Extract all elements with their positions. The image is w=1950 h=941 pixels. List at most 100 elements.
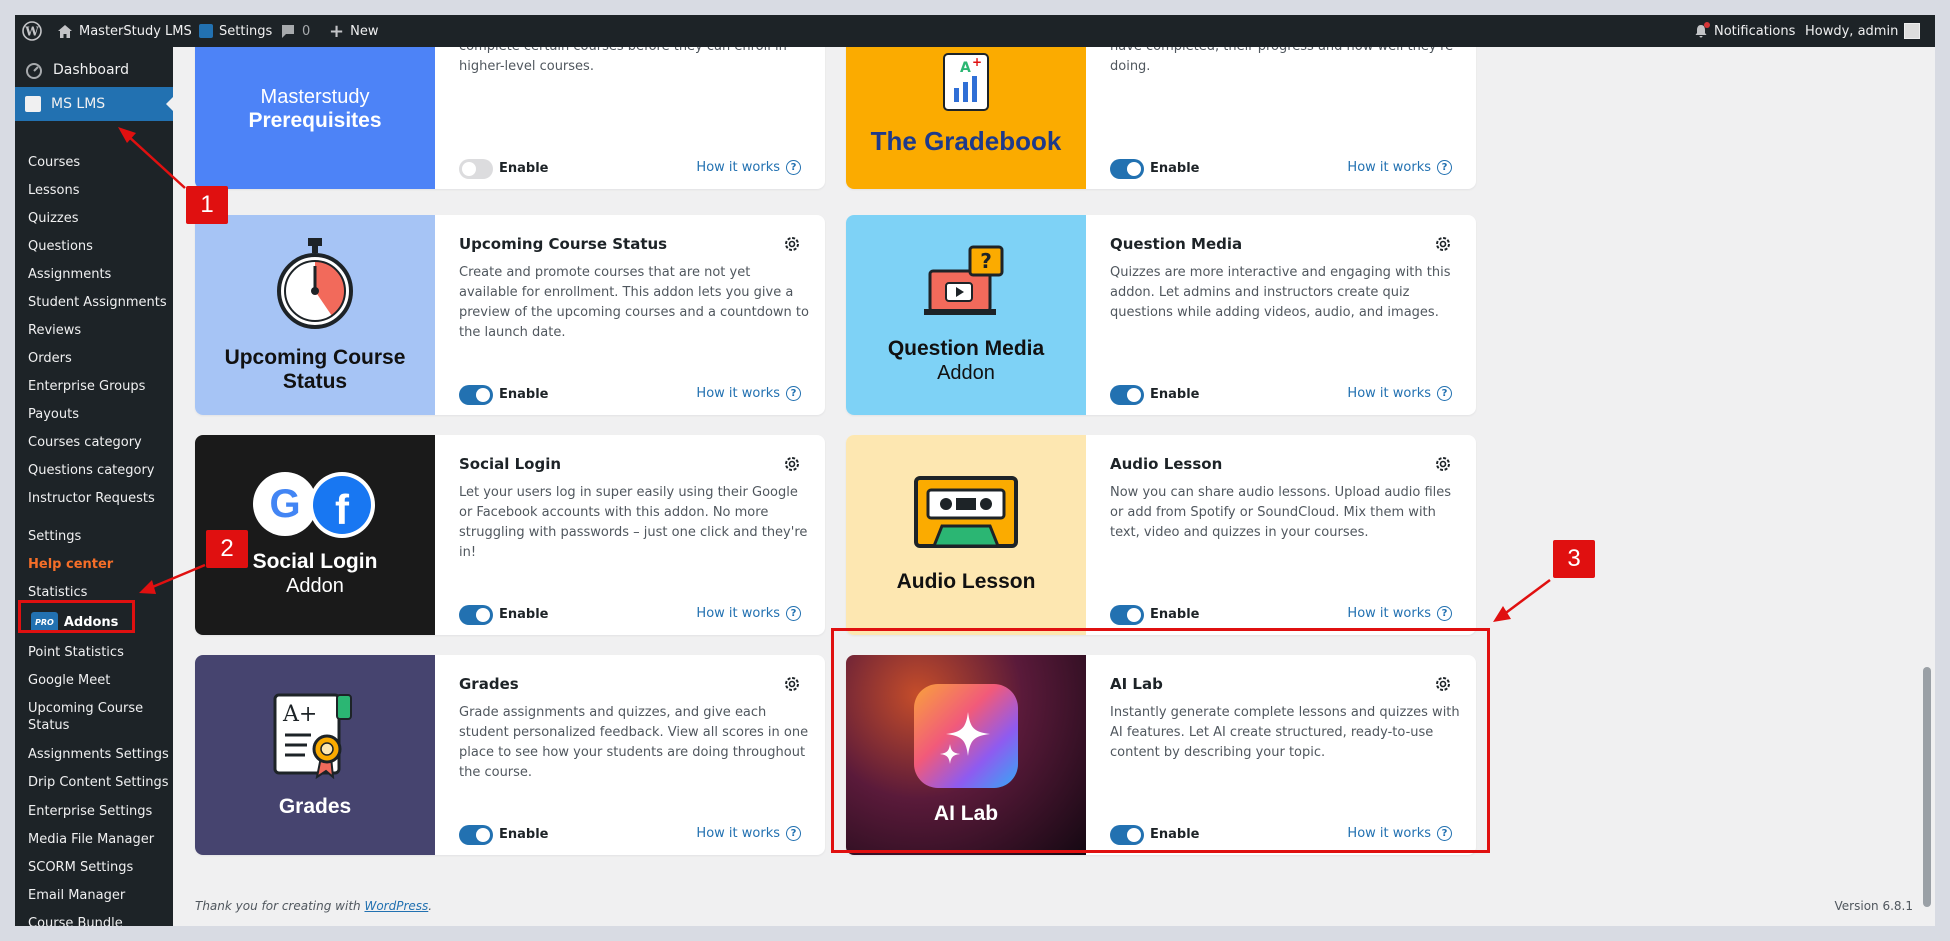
addon-title: Social Login [459,455,562,473]
sidebar-item-ms-lms[interactable]: MS LMS [15,87,173,121]
how-it-works-label: How it works [1347,386,1431,401]
sidebar-item-courses[interactable]: Courses [15,154,173,171]
new-label: New [350,23,379,39]
admin-sidebar: Dashboard MS LMS Courses Lessons Quizzes… [15,47,173,926]
gear-icon[interactable] [783,455,801,473]
comment-count: 0 [302,23,311,39]
site-name-link[interactable]: MasterStudy LMS [57,15,192,47]
enable-toggle[interactable] [1110,385,1144,405]
wordpress-link[interactable]: WordPress [364,899,428,913]
sidebar-item-payouts[interactable]: Payouts [15,406,173,423]
scrollbar-track[interactable] [1919,47,1935,926]
thumbnail-title: Audio Lesson [896,570,1036,593]
bell-icon [1694,22,1710,38]
addon-card-grades: A+ Grades Grades Grade assignments and q… [195,655,825,855]
enable-toggle[interactable] [459,385,493,405]
gear-icon[interactable] [783,675,801,693]
addon-card-question-media: ? Question Media Addon Question Media Qu… [846,215,1476,415]
sidebar-item-student-assignments[interactable]: Student Assignments [15,294,173,311]
svg-text:W: W [24,25,39,39]
enable-label: Enable [499,161,549,176]
addon-title: Upcoming Course Status [459,235,668,253]
sidebar-item-lessons[interactable]: Lessons [15,182,173,199]
sidebar-item-assignments-settings[interactable]: Assignments Settings [15,746,173,763]
sidebar-item-settings[interactable]: Settings [15,528,173,545]
sidebar-item-reviews[interactable]: Reviews [15,322,173,339]
svg-text:A+: A+ [282,702,317,727]
comments-link[interactable]: 0 [280,15,310,47]
settings-link[interactable]: Settings [199,15,272,47]
enable-toggle[interactable] [459,605,493,625]
how-it-works-link[interactable]: How it works? [1347,606,1452,621]
sidebar-item-enterprise-groups[interactable]: Enterprise Groups [15,378,173,395]
sidebar-item-google-meet[interactable]: Google Meet [15,672,173,689]
wordpress-logo-icon[interactable]: W [22,15,42,47]
gear-icon[interactable] [783,235,801,253]
enable-toggle[interactable] [459,825,493,845]
sidebar-item-dashboard[interactable]: Dashboard [15,53,173,87]
thumbnail-subtitle: Addon [286,575,344,597]
annotation-badge-2: 2 [206,530,248,568]
enable-label: Enable [499,827,549,842]
account-link[interactable]: Howdy, admin [1805,15,1921,47]
sidebar-item-assignments[interactable]: Assignments [15,266,173,283]
scrollbar-thumb[interactable] [1923,667,1931,907]
sidebar-item-label: MS LMS [51,96,106,112]
help-icon: ? [1437,606,1452,621]
sidebar-item-upcoming-course-status[interactable]: Upcoming Course Status [15,700,145,734]
ms-lms-icon [25,96,41,112]
comment-icon [282,24,294,38]
how-it-works-link[interactable]: How it works? [1347,386,1452,401]
sidebar-item-drip-content-settings[interactable]: Drip Content Settings [15,774,173,791]
how-it-works-link[interactable]: How it works? [1347,160,1452,175]
ms-lms-icon [199,24,213,38]
notifications-link[interactable]: Notifications [1694,15,1795,47]
settings-label: Settings [219,23,273,39]
addon-description: Now you can share audio lessons. Upload … [1110,485,1452,540]
sidebar-item-quizzes[interactable]: Quizzes [15,210,173,227]
addon-title: Question Media [1110,235,1243,253]
question-media-icon: ? [924,245,1004,315]
sidebar-item-scorm-settings[interactable]: SCORM Settings [15,859,173,876]
sidebar-item-questions[interactable]: Questions [15,238,173,255]
sidebar-item-questions-category[interactable]: Questions category [15,462,173,479]
sidebar-item-instructor-requests[interactable]: Instructor Requests [15,490,173,507]
how-it-works-label: How it works [696,386,780,401]
addon-card-audio-lesson: Audio Lesson Audio Lesson Now you can sh… [846,435,1476,635]
gear-icon[interactable] [1434,455,1452,473]
enable-toggle[interactable] [1110,159,1144,179]
sidebar-item-orders[interactable]: Orders [15,350,173,367]
admin-bar: W MasterStudy LMS Settings 0 + New Notif… [15,15,1935,47]
active-arrow [166,97,173,111]
gradebook-icon: A + [943,53,989,111]
addon-card-gradebook: A+ The Gradebook have completed, their p… [846,47,1476,189]
enable-label: Enable [1150,161,1200,176]
thumbnail-title: Question Media [887,337,1045,360]
how-it-works-link[interactable]: How it works? [696,386,801,401]
how-it-works-link[interactable]: How it works? [696,606,801,621]
avatar [1904,23,1921,39]
sidebar-item-media-file-manager[interactable]: Media File Manager [15,831,173,848]
addon-description: complete certain courses before they can… [459,47,787,74]
sidebar-item-email-manager[interactable]: Email Manager [15,887,173,904]
sidebar-item-enterprise-settings[interactable]: Enterprise Settings [15,803,173,820]
sidebar-item-courses-category[interactable]: Courses category [15,434,173,451]
gear-icon[interactable] [1434,235,1452,253]
new-link[interactable]: + New [329,15,378,47]
enable-toggle[interactable] [459,159,493,179]
svg-text:A: A [960,60,971,76]
enable-toggle[interactable] [1110,605,1144,625]
sidebar-item-statistics[interactable]: Statistics [15,584,173,601]
how-it-works-link[interactable]: How it works? [696,826,801,841]
sidebar-item-point-statistics[interactable]: Point Statistics [15,644,173,661]
addon-description: Let your users log in super easily using… [459,485,808,560]
annotation-badge-1: 1 [186,186,228,224]
sidebar-item-course-bundle[interactable]: Course Bundle [15,915,173,926]
upcoming-thumbnail: Upcoming Course Status [195,215,435,415]
how-it-works-link[interactable]: How it works? [696,160,801,175]
annotation-badge-3: 3 [1553,540,1595,578]
facebook-icon: f [309,472,375,538]
sidebar-item-help-center[interactable]: Help center [15,556,173,573]
enable-label: Enable [1150,607,1200,622]
cassette-icon [914,476,1018,548]
